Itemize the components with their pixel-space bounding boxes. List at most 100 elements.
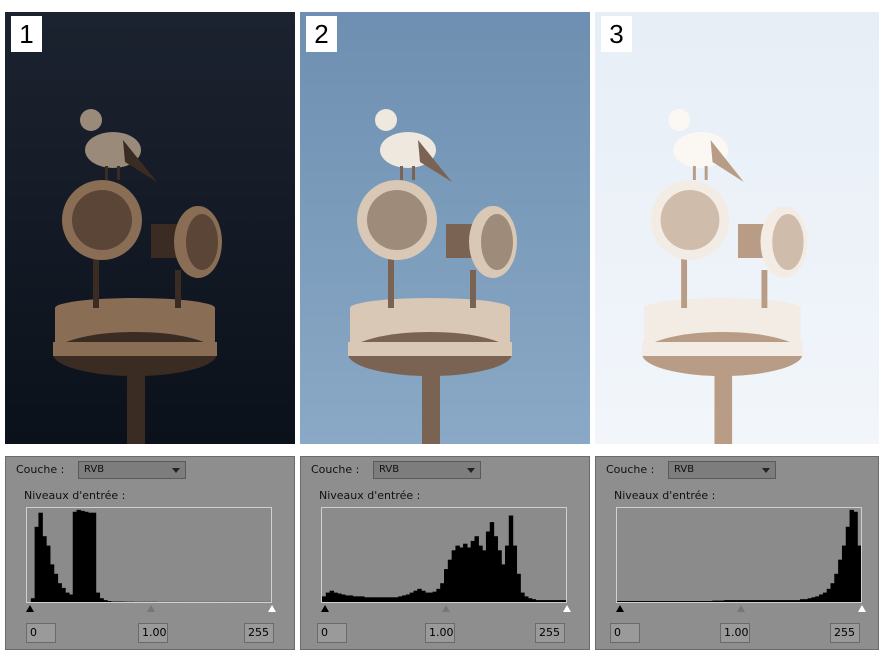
histogram-bar (512, 545, 518, 602)
histogram-bar (777, 600, 782, 602)
lamp-stand-right (470, 270, 476, 308)
bird-leg (692, 166, 696, 180)
histogram-bar (562, 600, 566, 602)
white-point-handle[interactable] (858, 605, 866, 612)
histogram-bar (723, 600, 729, 602)
histogram-bar (655, 601, 660, 602)
gamma-handle[interactable] (442, 605, 450, 612)
histogram-bar (643, 601, 649, 602)
couche-label: Couche : (606, 463, 655, 476)
histogram-bar (731, 600, 736, 602)
histogram-bar (322, 596, 327, 602)
black-point-input[interactable]: 0 (26, 623, 56, 643)
input-levels-slider[interactable] (26, 605, 276, 615)
lamp-stand-right (761, 270, 768, 308)
chevron-down-icon (762, 468, 770, 473)
histogram-bar (447, 559, 453, 602)
input-levels-slider[interactable] (616, 605, 866, 615)
gamma-input[interactable]: 1.00 (138, 623, 168, 643)
histogram-bar (428, 592, 434, 602)
histogram-bar (838, 559, 843, 602)
histogram-bar (68, 594, 74, 602)
lamp-left-glass (72, 190, 132, 250)
histogram-bar (367, 597, 373, 602)
histogram-bar (674, 601, 679, 602)
levels-panel-3: Couche : RVB Niveaux d'entrée : 0 1.00 2… (595, 456, 879, 650)
histogram-bar (84, 511, 89, 602)
photo-3 (595, 12, 879, 444)
channel-select[interactable]: RVB (78, 461, 186, 479)
bird-head (80, 109, 102, 131)
histogram-bar (761, 600, 767, 602)
channel-select[interactable]: RVB (668, 461, 776, 479)
histogram-bar (329, 590, 335, 602)
histogram-bar (508, 515, 514, 602)
histogram-bar (849, 509, 854, 602)
black-point-input[interactable]: 0 (610, 623, 640, 643)
histogram-bar (444, 569, 449, 602)
histogram-bar (524, 596, 529, 602)
histogram-bar (409, 592, 415, 602)
white-point-input[interactable]: 255 (830, 623, 860, 643)
white-point-input[interactable]: 255 (244, 623, 274, 643)
bird-leg (400, 166, 403, 180)
histogram-graphic (30, 509, 271, 602)
pole (422, 372, 440, 444)
black-point-handle[interactable] (26, 605, 34, 612)
input-levels-slider[interactable] (321, 605, 571, 615)
bird-leg (704, 166, 708, 180)
bird-head (668, 109, 690, 131)
histogram-bar (451, 550, 457, 602)
histogram-bar (88, 512, 93, 602)
histogram-bar (624, 601, 630, 602)
histogram-bar (788, 600, 793, 602)
histogram-bar (670, 601, 675, 602)
histogram-bar (337, 593, 342, 602)
histogram-bar (697, 601, 702, 602)
gamma-handle[interactable] (147, 605, 155, 612)
histogram-bar (99, 598, 104, 602)
histogram-bar (853, 511, 858, 602)
channel-select[interactable]: RVB (373, 461, 481, 479)
levels-panel-1: Couche : RVB Niveaux d'entrée : 0 1.00 2… (5, 456, 295, 650)
black-point-handle[interactable] (321, 605, 329, 612)
histogram-bar (341, 594, 346, 602)
bird-head (375, 109, 397, 131)
histogram-bar (811, 597, 816, 602)
histogram-bar (535, 600, 540, 602)
histogram-bar (647, 601, 652, 602)
white-point-handle[interactable] (268, 605, 276, 612)
lamp-right-glass (481, 214, 513, 270)
histogram-bar (379, 597, 384, 602)
histogram-bar (632, 601, 637, 602)
black-point-handle[interactable] (616, 605, 624, 612)
black-point-input[interactable]: 0 (317, 623, 347, 643)
histogram-bar (394, 597, 399, 602)
histogram-bar (72, 511, 78, 602)
pole (714, 372, 733, 444)
histogram-bar (708, 601, 713, 602)
histogram-bar (765, 600, 771, 602)
histogram-bar (819, 594, 824, 602)
white-point-input[interactable]: 255 (535, 623, 565, 643)
gamma-handle[interactable] (737, 605, 745, 612)
white-point-handle[interactable] (563, 605, 571, 612)
histogram-bar (432, 591, 437, 602)
figure-3: 3 Couche : RVB Niveaux d'entrée : 0 1.00… (595, 0, 879, 652)
bird-leg (105, 166, 108, 180)
histogram-bar (742, 600, 748, 602)
histogram-bar (348, 595, 354, 602)
histogram-bar (501, 564, 506, 602)
histogram-bar (386, 597, 392, 602)
histogram-bar (61, 587, 66, 602)
gamma-input[interactable]: 1.00 (720, 623, 750, 643)
gamma-input[interactable]: 1.00 (425, 623, 455, 643)
histogram-bar (352, 596, 357, 602)
histogram-bar (371, 597, 376, 602)
histogram-bar (834, 573, 839, 602)
histogram-bar (543, 600, 548, 602)
figure-number-2: 2 (306, 16, 337, 52)
histogram-bar (493, 536, 498, 602)
histogram (26, 507, 272, 603)
histogram-bar (704, 601, 710, 602)
